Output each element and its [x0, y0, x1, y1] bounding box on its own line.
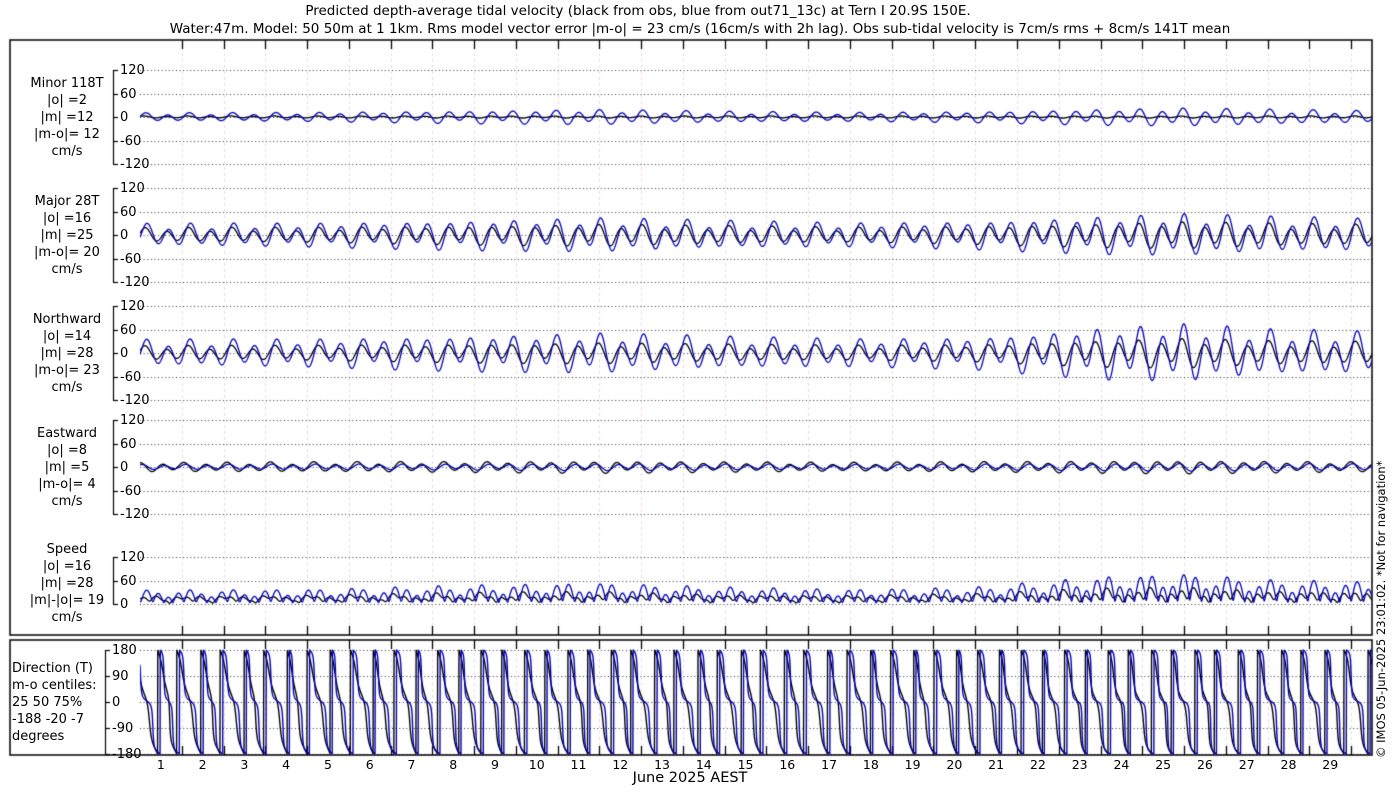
panel-label-line: |m| =25	[8, 227, 126, 244]
panel-label-line: Eastward	[8, 425, 126, 442]
panel-label-line: 25 50 75%	[12, 694, 128, 711]
panel-label-line: |m-o|= 4	[8, 476, 126, 493]
x-axis-title: June 2025 AEST	[0, 770, 1380, 786]
panel-label-minor: Minor 118T|o| =2|m| =12|m-o|= 12cm/s	[8, 75, 126, 160]
panel-label-line: |m-o|= 12	[8, 126, 126, 143]
tidal-plot-canvas	[0, 0, 1400, 800]
tidal-velocity-figure: Predicted depth-average tidal velocity (…	[0, 0, 1400, 800]
panel-label-eastward: Eastward|o| =8|m| =5|m-o|= 4cm/s	[8, 425, 126, 510]
panel-label-major: Major 28T|o| =16|m| =25|m-o|= 20cm/s	[8, 193, 126, 278]
panel-label-line: |m| =5	[8, 459, 126, 476]
panel-label-line: cm/s	[8, 379, 126, 396]
panel-label-line: |o| =16	[8, 210, 126, 227]
panel-label-line: |m| =12	[8, 109, 126, 126]
panel-label-line: cm/s	[8, 493, 126, 510]
y-tick-label: -180	[112, 748, 142, 761]
panel-label-northward: Northward|o| =14|m| =28|m-o|= 23cm/s	[8, 311, 126, 396]
page-title-line2: Water:47m. Model: 50 50m at 1 1km. Rms m…	[0, 21, 1400, 37]
panel-label-line: |o| =8	[8, 442, 126, 459]
panel-label-line: |o| =14	[8, 328, 126, 345]
panel-label-line: Major 28T	[8, 193, 126, 210]
panel-label-line: |m-o|= 23	[8, 362, 126, 379]
panel-label-line: Direction (T)	[12, 660, 128, 677]
panel-label-line: -188 -20 -7	[12, 711, 128, 728]
panel-label-line: cm/s	[8, 609, 126, 626]
panel-label-line: Speed	[8, 541, 126, 558]
y-tick-label: 180	[112, 644, 137, 657]
panel-label-line: |m|-|o|= 19	[8, 592, 126, 609]
panel-label-line: m-o centiles:	[12, 677, 128, 694]
panel-label-line: Minor 118T	[8, 75, 126, 92]
panel-label-line: cm/s	[8, 261, 126, 278]
page-title-line1: Predicted depth-average tidal velocity (…	[0, 3, 1338, 19]
panel-label-line: |o| =16	[8, 558, 126, 575]
panel-label-line: |m| =28	[8, 345, 126, 362]
panel-label-speed: Speed|o| =16|m| =28|m|-|o|= 19cm/s	[8, 541, 126, 626]
panel-label-line: |m-o|= 20	[8, 244, 126, 261]
panel-label-line: |m| =28	[8, 575, 126, 592]
imos-watermark: © IMOS 05-Jun-2025 23:01:02. *Not for na…	[1374, 461, 1388, 758]
panel-label-line: cm/s	[8, 143, 126, 160]
panel-label-line: degrees	[12, 728, 128, 745]
panel-label-direction: Direction (T)m-o centiles:25 50 75%-188 …	[12, 660, 128, 745]
panel-label-line: |o| =2	[8, 92, 126, 109]
panel-label-line: Northward	[8, 311, 126, 328]
